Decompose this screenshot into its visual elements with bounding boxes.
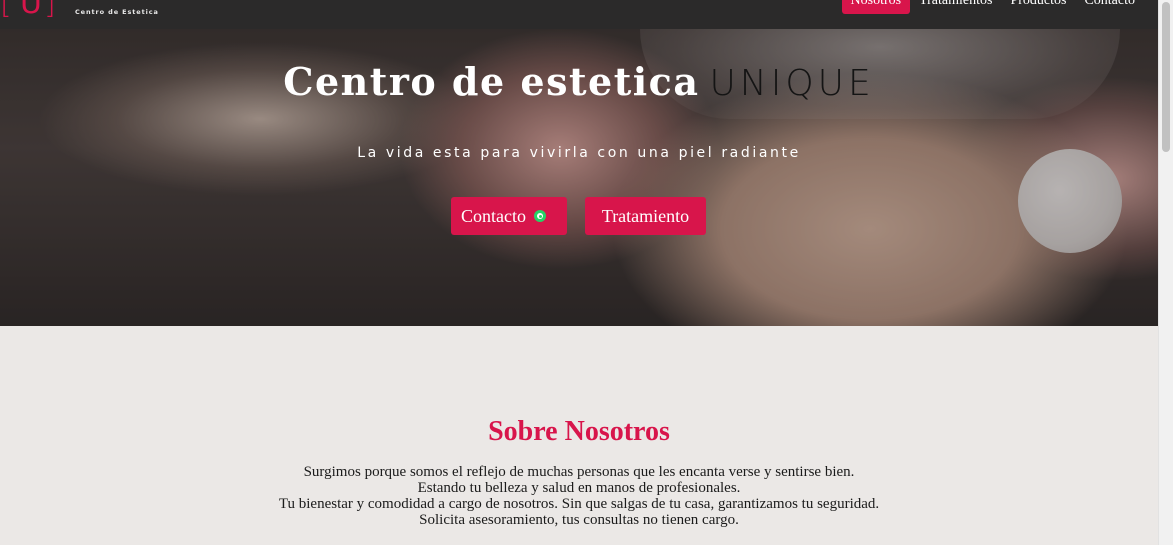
logo-letter: U bbox=[20, 0, 42, 21]
hero-title-main: Centro de estetica bbox=[283, 59, 700, 104]
logo-bracket-right: ] bbox=[44, 0, 56, 21]
page: [ U ] Centro de Estetica Nosotros Tratam… bbox=[0, 0, 1158, 545]
about-text: Surgimos porque somos el reflejo de much… bbox=[230, 464, 928, 528]
logo[interactable]: [ U ] bbox=[0, 0, 62, 22]
treatment-button[interactable]: Tratamiento bbox=[585, 197, 706, 235]
nav-item-nosotros[interactable]: Nosotros bbox=[841, 0, 911, 14]
about-section: Sobre Nosotros Surgimos porque somos el … bbox=[0, 326, 1158, 545]
navbar: [ U ] Centro de Estetica Nosotros Tratam… bbox=[0, 0, 1158, 29]
logo-subtitle: Centro de Estetica bbox=[75, 8, 159, 16]
about-line: Surgimos porque somos el reflejo de much… bbox=[303, 464, 855, 480]
page-scrollbar[interactable] bbox=[1158, 0, 1173, 545]
hero-title: Centro de estetica UNIQUE bbox=[0, 59, 1158, 104]
scrollbar-thumb[interactable] bbox=[1162, 2, 1170, 152]
nav-menu: Nosotros Tratamientos Productos Contacto bbox=[841, 0, 1144, 14]
about-line: Tu bienestar y comodidad a cargo de noso… bbox=[278, 496, 880, 512]
hero-title-brand: UNIQUE bbox=[709, 63, 875, 104]
about-line: Solicita asesoramiento, tus consultas no… bbox=[419, 512, 739, 528]
logo-bracket-left: [ bbox=[0, 0, 12, 21]
contact-button[interactable]: Contacto bbox=[451, 197, 567, 235]
treatment-button-label: Tratamiento bbox=[601, 206, 690, 226]
nav-item-tratamientos[interactable]: Tratamientos bbox=[910, 0, 1001, 14]
hero-subtitle: La vida esta para vivirla con una piel r… bbox=[357, 145, 801, 161]
about-title: Sobre Nosotros bbox=[488, 416, 670, 447]
nav-item-contacto[interactable]: Contacto bbox=[1075, 0, 1144, 14]
contact-button-label: Contacto bbox=[461, 206, 526, 226]
whatsapp-icon bbox=[534, 210, 546, 222]
hero-section: Centro de estetica UNIQUE La vida esta pa… bbox=[0, 29, 1158, 326]
about-line: Estando tu belleza y salud en manos de p… bbox=[417, 480, 741, 496]
nav-item-productos[interactable]: Productos bbox=[1001, 0, 1075, 14]
